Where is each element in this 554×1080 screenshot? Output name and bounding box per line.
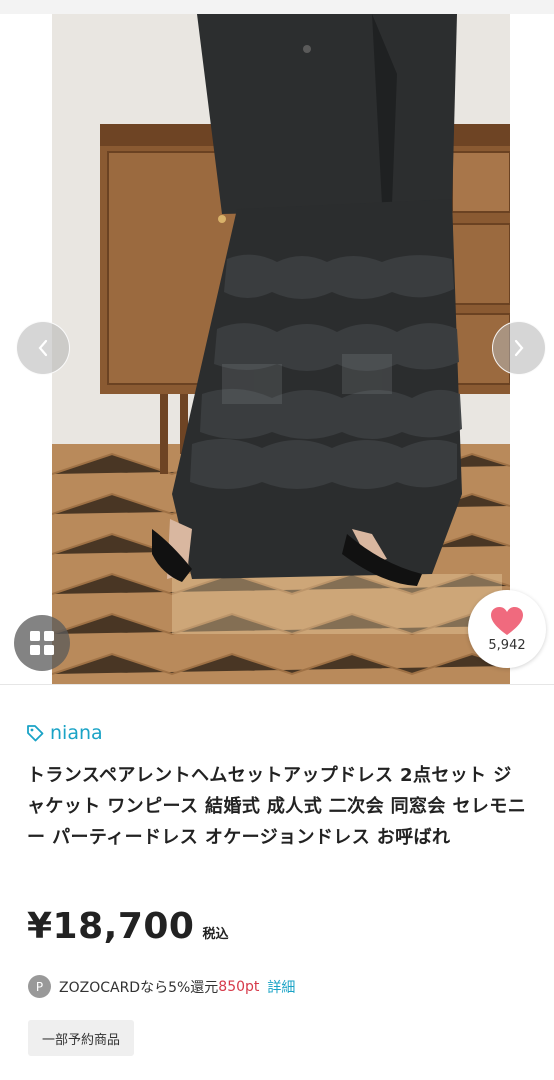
product-title: トランスペアレントヘムセットアップドレス 2点セット ジャケット ワンピース 結… — [27, 765, 527, 848]
heart-icon — [491, 606, 523, 635]
image-grid-button[interactable] — [14, 615, 70, 671]
divider — [0, 684, 554, 685]
top-bar — [0, 0, 554, 14]
brand-name: niana — [50, 722, 103, 744]
favorite-button[interactable]: 5,942 — [468, 590, 546, 668]
points-value: 850pt — [218, 978, 260, 995]
points-detail-link[interactable]: 詳細 — [267, 977, 295, 997]
zozocard-points: P ZOZOCARDなら5%還元 850pt 詳細 — [28, 975, 295, 998]
tag-icon — [27, 725, 44, 742]
preorder-tag: 一部予約商品 — [28, 1020, 135, 1056]
price-row: ¥18,700 税込 — [27, 906, 228, 947]
chevron-left-icon — [38, 339, 48, 357]
favorite-count: 5,942 — [488, 637, 526, 653]
zozocard-text: ZOZOCARDなら5%還元 — [59, 979, 219, 996]
points-badge-icon: P — [28, 975, 51, 998]
price: ¥18,700 — [27, 906, 195, 947]
chevron-right-icon — [514, 339, 524, 357]
tax-label: 税込 — [202, 927, 229, 942]
product-image[interactable] — [52, 14, 510, 684]
grid-icon — [30, 631, 54, 655]
next-image-button[interactable] — [492, 321, 546, 375]
prev-image-button[interactable] — [16, 321, 70, 375]
brand-link[interactable]: niana — [26, 722, 103, 744]
